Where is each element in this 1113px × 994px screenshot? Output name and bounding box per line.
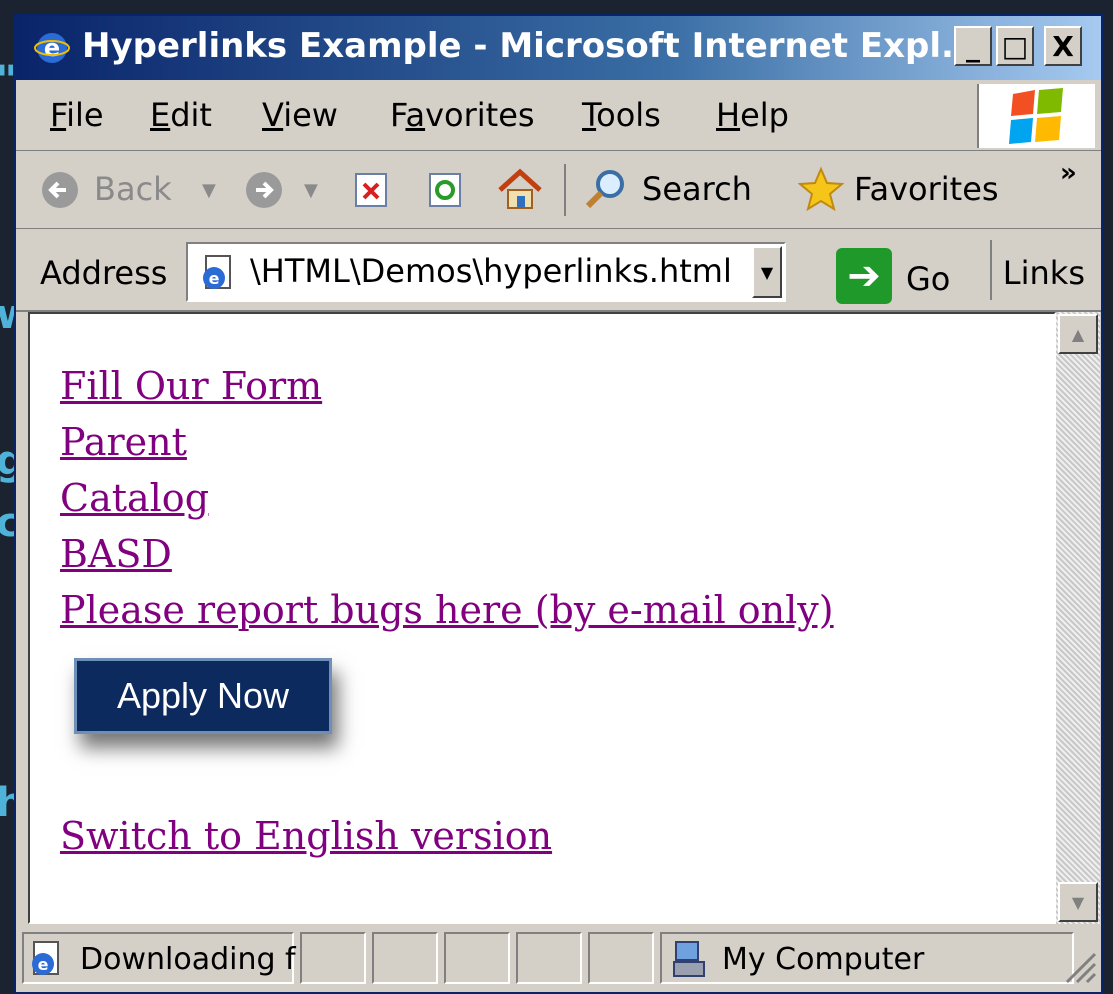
close-button[interactable]: X	[1044, 26, 1082, 66]
status-pane	[588, 932, 654, 984]
menu-file-label: ile	[66, 96, 104, 134]
forward-dropdown-icon[interactable]: ▼	[304, 180, 318, 201]
svg-text:e: e	[44, 34, 60, 62]
link-fill-our-form[interactable]: Fill Our Form	[60, 364, 322, 408]
go-arrow-icon: ➔	[836, 248, 892, 304]
menu-help[interactable]: Help	[716, 96, 789, 134]
stop-icon[interactable]	[354, 172, 388, 208]
go-button[interactable]: ➔ Go	[836, 248, 966, 304]
link-basd[interactable]: BASD	[60, 532, 172, 576]
status-bar: e Downloading f My Computer	[16, 928, 1101, 992]
menu-favorites[interactable]: Favorites	[390, 96, 535, 134]
menu-tools-label: ools	[596, 96, 661, 134]
minimize-button[interactable]: _	[954, 26, 992, 66]
menu-bar: File Edit View Favorites Tools Help	[16, 80, 1101, 151]
menu-view-label: iew	[283, 96, 338, 134]
toolbar-separator	[564, 164, 566, 216]
status-message-pane: e Downloading f	[22, 932, 296, 984]
back-dropdown-icon[interactable]: ▼	[202, 180, 216, 201]
forward-arrow-icon[interactable]	[244, 170, 284, 210]
address-bar: Address e \HTML\Demos\hyperlinks.html ▼ …	[16, 230, 1101, 312]
links-button[interactable]: Links	[1003, 254, 1085, 292]
apply-now-button[interactable]: Apply Now	[74, 658, 332, 734]
menu-edit-label: dit	[170, 96, 212, 134]
menu-edit[interactable]: Edit	[150, 96, 212, 134]
link-catalog[interactable]: Catalog	[60, 476, 209, 520]
title-bar[interactable]: e Hyperlinks Example - Microsoft Interne…	[16, 16, 1101, 80]
address-dropdown-button[interactable]: ▼	[752, 246, 782, 298]
page-content: Fill Our Form Parent Catalog BASD Please…	[28, 312, 1056, 924]
toolbar-overflow-chevron[interactable]: »	[1060, 158, 1077, 188]
zone-text: My Computer	[722, 942, 925, 977]
menu-tools[interactable]: Tools	[582, 96, 661, 134]
back-button[interactable]: Back	[94, 170, 172, 208]
scroll-up-icon[interactable]: ▲	[1058, 314, 1098, 354]
home-icon[interactable]	[496, 166, 544, 212]
standard-toolbar: Back ▼ ▼ Search Favorites »	[16, 152, 1101, 229]
vertical-scrollbar[interactable]: ▲ ▼	[1056, 312, 1100, 924]
link-switch-english[interactable]: Switch to English version	[60, 814, 552, 858]
favorites-button[interactable]: Favorites	[854, 170, 999, 208]
ie-icon: e	[34, 33, 70, 63]
windows-logo-icon	[977, 84, 1095, 148]
zone-pane: My Computer	[660, 932, 1074, 984]
ie-page-icon: e	[32, 941, 59, 975]
menu-file[interactable]: File	[50, 96, 104, 134]
resize-grip-icon[interactable]	[1061, 948, 1097, 984]
favorites-star-icon[interactable]	[798, 166, 844, 212]
back-arrow-icon[interactable]	[40, 170, 80, 210]
maximize-button[interactable]: □	[996, 26, 1034, 66]
menu-help-label: elp	[740, 96, 789, 134]
page-icon: e	[203, 255, 231, 289]
links-separator	[990, 240, 992, 300]
status-pane	[300, 932, 366, 984]
search-button[interactable]: Search	[642, 170, 752, 208]
go-label: Go	[906, 260, 951, 298]
status-pane	[516, 932, 582, 984]
link-parent[interactable]: Parent	[60, 420, 187, 464]
status-pane	[444, 932, 510, 984]
search-icon[interactable]	[582, 166, 630, 212]
svg-text:e: e	[209, 269, 220, 288]
browser-window: e Hyperlinks Example - Microsoft Interne…	[14, 14, 1103, 994]
refresh-icon[interactable]	[428, 172, 462, 208]
address-value: \HTML\Demos\hyperlinks.html	[250, 252, 732, 290]
scroll-down-icon[interactable]: ▼	[1058, 882, 1098, 922]
menu-favorites-label: Favorites	[390, 96, 535, 134]
menu-view[interactable]: View	[262, 96, 338, 134]
computer-icon	[673, 941, 705, 977]
link-report-bugs[interactable]: Please report bugs here (by e-mail only)	[60, 588, 834, 632]
svg-text:e: e	[38, 955, 49, 974]
address-input[interactable]: e \HTML\Demos\hyperlinks.html ▼	[186, 242, 786, 302]
address-label: Address	[40, 254, 168, 292]
status-pane	[372, 932, 438, 984]
status-text: Downloading f	[80, 942, 296, 977]
window-title: Hyperlinks Example - Microsoft Internet …	[82, 26, 980, 66]
